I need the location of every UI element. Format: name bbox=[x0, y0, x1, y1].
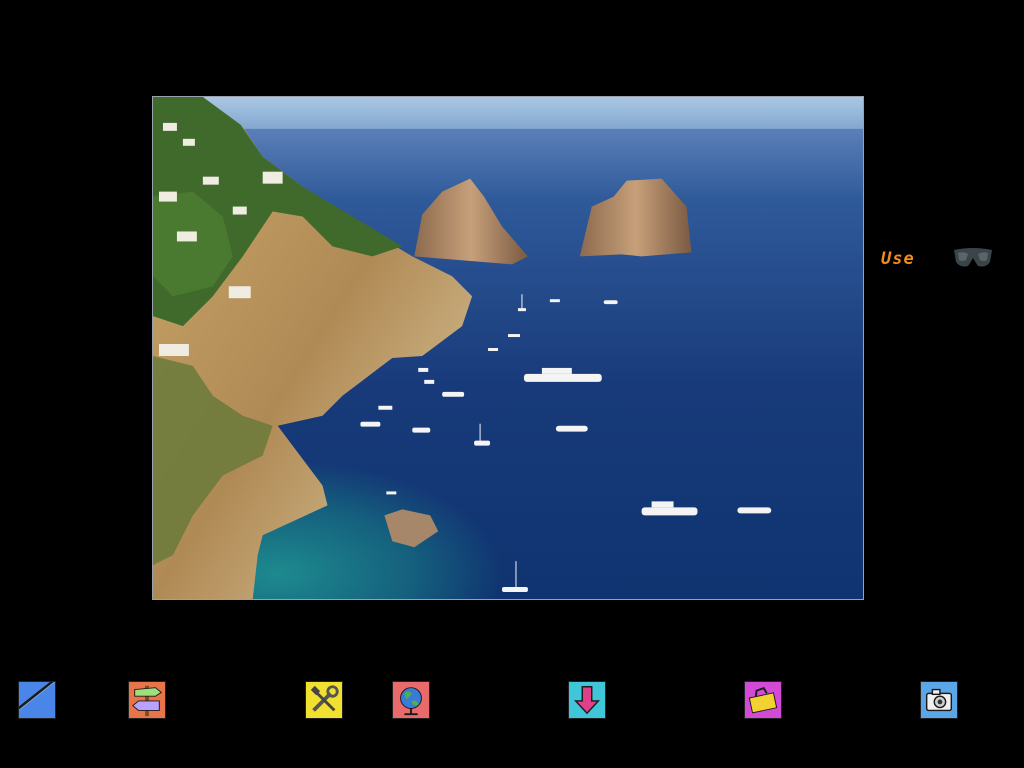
toolbox-icon[interactable] bbox=[744, 681, 782, 719]
scene-view[interactable] bbox=[152, 96, 864, 600]
sunglasses-icon[interactable] bbox=[952, 246, 994, 270]
globe-icon[interactable] bbox=[392, 681, 430, 719]
use-label: Use bbox=[881, 249, 915, 269]
notebook-pen-icon[interactable] bbox=[18, 681, 56, 719]
camera-icon[interactable] bbox=[920, 681, 958, 719]
scene-image bbox=[153, 97, 863, 599]
down-arrow-icon[interactable] bbox=[568, 681, 606, 719]
tools-icon[interactable] bbox=[305, 681, 343, 719]
signpost-icon[interactable] bbox=[128, 681, 166, 719]
